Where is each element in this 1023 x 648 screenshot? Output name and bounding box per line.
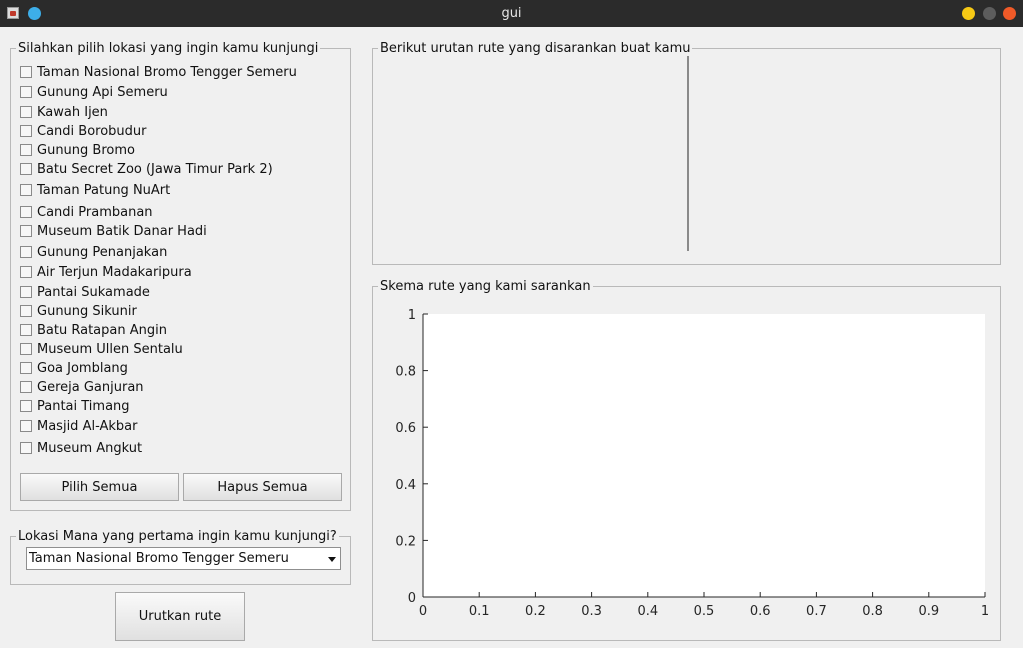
x-tick-label: 0.1 [469, 604, 490, 619]
x-tick-label: 0.6 [750, 604, 771, 619]
y-tick-label: 0.8 [395, 365, 416, 380]
x-tick-label: 0.2 [525, 604, 546, 619]
y-tick-label: 0.6 [395, 421, 416, 436]
x-tick-label: 0.9 [918, 604, 939, 619]
y-tick-label: 0 [408, 591, 416, 606]
x-tick-label: 1 [981, 604, 989, 619]
x-tick-label: 0.5 [694, 604, 715, 619]
y-tick-label: 1 [408, 308, 416, 323]
y-tick-label: 0.2 [395, 534, 416, 549]
plot-area [423, 314, 985, 597]
x-tick-label: 0.7 [806, 604, 827, 619]
y-tick-label: 0.4 [395, 478, 416, 493]
x-tick-label: 0.8 [862, 604, 883, 619]
x-tick-label: 0 [419, 604, 427, 619]
route-scheme-axes: 0 0.1 0.2 0.3 0.4 0.5 0.6 0.7 0.8 0.9 1 0 0.2 0.4 0.6 0… [395, 308, 989, 619]
x-tick-label: 0.4 [637, 604, 658, 619]
x-tick-label: 0.3 [581, 604, 602, 619]
